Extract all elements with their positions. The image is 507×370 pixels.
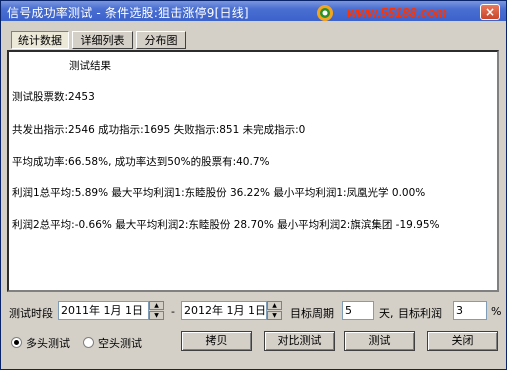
- results-heading: 测试结果: [69, 60, 111, 72]
- close-button[interactable]: 关闭: [427, 331, 498, 351]
- start-date-spinner[interactable]: ▲ ▼: [149, 301, 164, 320]
- spin-up-icon[interactable]: ▲: [149, 301, 164, 310]
- long-test-radio[interactable]: [11, 337, 22, 348]
- end-date-spinner[interactable]: ▲ ▼: [267, 301, 282, 320]
- title-bar[interactable]: 信号成功率测试 - 条件选股:狙击涨停9[日线] www.55188.com ×: [1, 1, 506, 21]
- logo-text: www.55188.com: [347, 5, 447, 20]
- tab-distribution[interactable]: 分布图: [136, 31, 186, 49]
- day-unit-label: 天,: [379, 307, 394, 320]
- end-date-field[interactable]: 2012年 1月 1日: [181, 301, 267, 320]
- start-date-field[interactable]: 2011年 1月 1日: [58, 301, 149, 320]
- target-profit-input[interactable]: 3: [453, 301, 487, 320]
- compare-test-button[interactable]: 对比测试: [264, 331, 335, 351]
- spin-up-icon[interactable]: ▲: [267, 301, 282, 310]
- tab-statistics[interactable]: 统计数据: [11, 31, 69, 49]
- short-test-radio[interactable]: [83, 337, 94, 348]
- tab-detail-list[interactable]: 详细列表: [72, 31, 133, 49]
- results-panel[interactable]: 测试结果 测试股票数:2453 共发出指示:2546 成功指示:1695 失败指…: [7, 50, 499, 292]
- dialog-window: 信号成功率测试 - 条件选股:狙击涨停9[日线] www.55188.com ×…: [0, 0, 507, 370]
- result-line: 平均成功率:66.58%, 成功率达到50%的股票有:40.7%: [12, 156, 270, 168]
- percent-label: %: [491, 305, 502, 318]
- result-line: 利润1总平均:5.89% 最大平均利润1:东睦股份 36.22% 最小平均利润1…: [12, 187, 426, 199]
- result-line: 测试股票数:2453: [12, 91, 95, 103]
- copy-button[interactable]: 拷贝: [181, 331, 252, 351]
- window-title: 信号成功率测试 - 条件选股:狙击涨停9[日线]: [7, 6, 249, 20]
- target-profit-label: 目标利润: [398, 307, 442, 320]
- close-window-button[interactable]: ×: [480, 4, 500, 20]
- target-period-input[interactable]: 5: [342, 301, 374, 320]
- logo-icon: [317, 5, 333, 21]
- date-separator: -: [171, 305, 175, 318]
- test-button[interactable]: 测试: [344, 331, 415, 351]
- result-line: 利润2总平均:-0.66% 最大平均利润2:东睦股份 28.70% 最小平均利润…: [12, 219, 440, 231]
- short-test-label[interactable]: 空头测试: [98, 335, 142, 351]
- long-test-label[interactable]: 多头测试: [26, 335, 70, 351]
- result-line: 共发出指示:2546 成功指示:1695 失败指示:851 未完成指示:0: [12, 124, 306, 136]
- target-period-label: 目标周期: [290, 307, 334, 320]
- spin-down-icon[interactable]: ▼: [267, 311, 282, 320]
- spin-down-icon[interactable]: ▼: [149, 311, 164, 320]
- period-label: 测试时段: [9, 307, 53, 320]
